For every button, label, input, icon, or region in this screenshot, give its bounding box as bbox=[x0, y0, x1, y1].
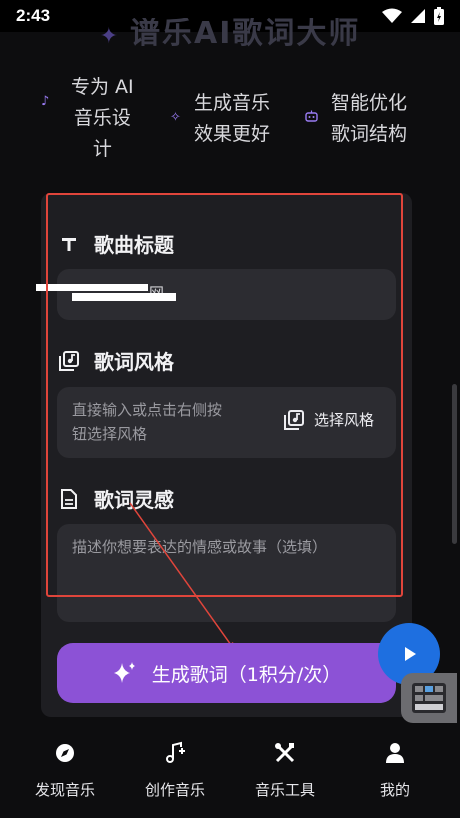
play-icon bbox=[405, 647, 416, 661]
nav-label: 创作音乐 bbox=[144, 781, 205, 799]
user-icon bbox=[386, 743, 404, 763]
nav-item-profile[interactable]: 我的 bbox=[340, 740, 450, 800]
tools-icon bbox=[275, 743, 295, 763]
generate-lyrics-label: 生成歌词（1积分/次） bbox=[151, 663, 342, 686]
nav-item-tools[interactable]: 音乐工具 bbox=[230, 740, 340, 800]
keyboard-icon bbox=[412, 683, 446, 713]
nav-label: 音乐工具 bbox=[254, 781, 315, 799]
compass-icon bbox=[56, 744, 74, 762]
music-create-icon bbox=[166, 741, 185, 763]
nav-item-create[interactable]: 创作音乐 bbox=[120, 740, 230, 800]
bottom-navigation: 发现音乐 创作音乐 音乐工具 我的 bbox=[0, 730, 460, 818]
generate-lyrics-button[interactable]: 生成歌词（1积分/次） bbox=[57, 643, 396, 703]
nav-label: 我的 bbox=[379, 781, 410, 799]
sparkle-icon bbox=[113, 662, 135, 683]
scrollbar[interactable] bbox=[452, 384, 457, 544]
nav-item-discover[interactable]: 发现音乐 bbox=[10, 740, 120, 800]
floating-keyboard-widget[interactable] bbox=[401, 673, 457, 723]
nav-label: 发现音乐 bbox=[34, 781, 95, 799]
